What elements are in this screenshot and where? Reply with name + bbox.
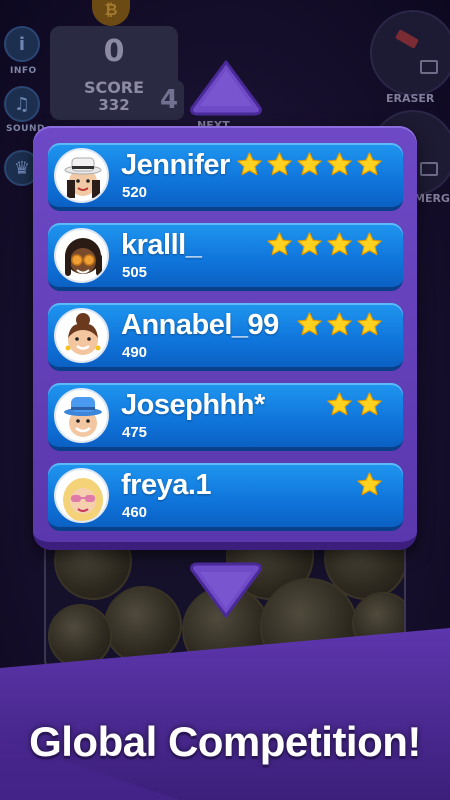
star-rating: [236, 151, 383, 178]
merge-label: MERGE: [414, 192, 450, 205]
star-icon: [357, 312, 382, 336]
leaderboard-row[interactable]: Josephhh* 475: [48, 383, 403, 451]
star-icon: [357, 232, 382, 256]
star-rating: [296, 311, 383, 338]
woman-with-bun-avatar: [54, 308, 109, 363]
star-icon: [327, 312, 352, 336]
player-name: Josephhh*: [121, 389, 265, 421]
eraser-label: ERASER: [386, 92, 435, 105]
player-score: 460: [122, 504, 148, 521]
player-score: 475: [122, 424, 148, 441]
info-button[interactable]: i: [4, 26, 40, 62]
blonde-woman-sunglasses-avatar: [54, 468, 109, 523]
next-coin-value: 4: [154, 80, 184, 120]
info-label: INFO: [10, 66, 37, 76]
player-name: Jennifer: [121, 149, 230, 181]
star-icon: [327, 152, 352, 176]
star-rating: [266, 231, 383, 258]
star-rating: [356, 471, 383, 498]
bitcoin-coin-icon: ₿: [92, 0, 130, 26]
eraser-icon: [394, 29, 420, 49]
player-name: Annabel_99: [121, 309, 279, 341]
video-ad-icon: [420, 60, 438, 74]
player-name: kralll_: [121, 229, 202, 261]
star-icon: [327, 392, 352, 416]
star-icon: [297, 312, 322, 336]
leaderboard-row[interactable]: freya.1 460: [48, 463, 403, 531]
star-icon: [267, 232, 292, 256]
star-icon: [237, 152, 262, 176]
woman-with-hat-avatar: [54, 148, 109, 203]
music-note-icon: ♫: [13, 93, 31, 115]
sound-button[interactable]: ♫: [4, 86, 40, 122]
info-icon: i: [18, 33, 26, 55]
player-score: 490: [122, 344, 148, 361]
man-with-dreadlocks-avatar: [54, 228, 109, 283]
leaderboard-row[interactable]: Jennifer 520: [48, 143, 403, 211]
leaderboard-row[interactable]: kralll_ 505: [48, 223, 403, 291]
scroll-down-arrow-icon[interactable]: [186, 560, 266, 620]
trophy-icon: ♛: [13, 157, 31, 179]
player-score: 505: [122, 264, 148, 281]
promo-tagline: Global Competition!: [29, 718, 421, 765]
star-icon: [357, 392, 382, 416]
player-name: freya.1: [121, 469, 212, 501]
player-score: 520: [122, 184, 148, 201]
star-rating: [326, 391, 383, 418]
man-with-blue-hat-avatar: [54, 388, 109, 443]
leaderboard-row[interactable]: Annabel_99 490: [48, 303, 403, 371]
eraser-button[interactable]: [370, 10, 450, 96]
star-icon: [297, 232, 322, 256]
star-icon: [357, 152, 382, 176]
video-ad-icon: [420, 162, 438, 176]
star-icon: [327, 232, 352, 256]
star-icon: [297, 152, 322, 176]
star-icon: [267, 152, 292, 176]
banner-background: [0, 628, 450, 800]
scroll-up-arrow-icon[interactable]: [186, 58, 266, 118]
star-icon: [357, 472, 382, 496]
current-score: 0: [103, 34, 125, 69]
